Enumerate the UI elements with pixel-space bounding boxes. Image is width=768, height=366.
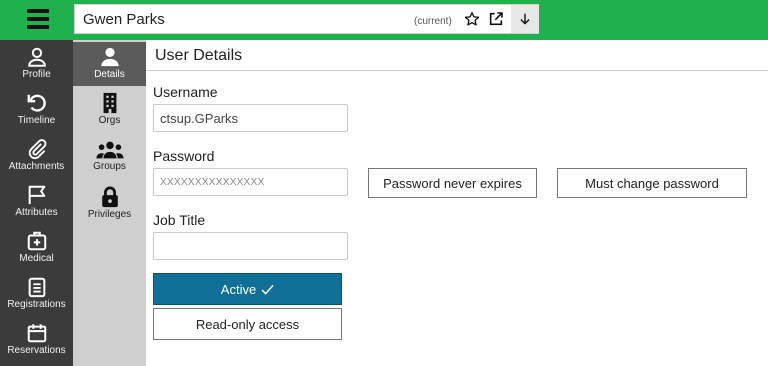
nav-item-registrations[interactable]: Registrations: [0, 272, 73, 318]
nav-item-attachments[interactable]: Attachments: [0, 134, 73, 180]
subnav-item-label: Orgs: [98, 115, 121, 126]
subnav-item-privileges[interactable]: Privileges: [73, 186, 146, 226]
username-field[interactable]: [153, 104, 348, 132]
nav-item-label: Registrations: [7, 299, 66, 310]
subnav-item-label: Privileges: [87, 209, 132, 220]
nav-item-label: Attachments: [8, 161, 65, 172]
must-change-password-button[interactable]: Must change password: [557, 168, 747, 198]
job-title-label: Job Title: [153, 212, 206, 228]
secondary-nav: Details Orgs Groups Privileges: [73, 40, 146, 366]
nav-item-label: Profile: [22, 69, 51, 80]
clipboard-icon: [28, 277, 45, 298]
lock-icon: [101, 186, 118, 208]
medical-kit-icon: [27, 231, 46, 251]
user-solid-icon: [100, 47, 119, 67]
nav-item-medical[interactable]: Medical: [0, 226, 73, 272]
job-title-field[interactable]: [153, 232, 348, 260]
nav-item-reservations[interactable]: Reservations: [0, 318, 73, 364]
history-icon: [27, 94, 46, 112]
nav-item-attributes[interactable]: Attributes: [0, 180, 73, 226]
nav-item-timeline[interactable]: Timeline: [0, 88, 73, 134]
hamburger-menu-icon[interactable]: [27, 9, 49, 29]
read-only-access-button[interactable]: Read-only access: [153, 308, 342, 340]
record-name: Gwen Parks: [83, 11, 165, 28]
nav-item-label: Attributes: [15, 207, 58, 218]
password-never-expires-button[interactable]: Password never expires: [368, 168, 537, 198]
star-icon[interactable]: [461, 8, 483, 30]
flag-icon: [28, 185, 45, 205]
page-title: User Details: [155, 47, 243, 64]
open-external-icon[interactable]: [485, 8, 507, 30]
nav-item-label: Timeline: [17, 115, 56, 126]
subnav-item-groups[interactable]: Groups: [73, 140, 146, 180]
user-details-panel: User Details Username Password Password …: [146, 40, 768, 366]
primary-nav: Profile Timeline Attachments Attributes …: [0, 40, 73, 366]
username-label: Username: [153, 84, 218, 100]
record-selector[interactable]: Gwen Parks (current): [74, 4, 539, 34]
nav-item-label: Medical: [19, 253, 54, 264]
calendar-icon: [27, 324, 46, 343]
checkmark-icon: [261, 284, 274, 295]
subnav-item-orgs[interactable]: Orgs: [73, 92, 146, 132]
users-icon: [95, 141, 124, 159]
current-tag: (current): [414, 16, 452, 27]
subnav-item-label: Groups: [93, 161, 126, 172]
title-divider: [146, 70, 768, 71]
paperclip-icon: [28, 139, 46, 160]
user-icon: [27, 47, 46, 67]
password-field[interactable]: [153, 168, 348, 196]
active-label: Active: [220, 281, 257, 297]
building-icon: [103, 92, 116, 114]
nav-item-profile[interactable]: Profile: [0, 42, 73, 88]
arrow-down-icon[interactable]: [511, 5, 539, 33]
password-label: Password: [153, 148, 215, 164]
top-bar: Gwen Parks (current): [0, 0, 768, 40]
nav-item-label: Reservations: [7, 345, 66, 356]
active-toggle-button[interactable]: Active: [153, 273, 342, 305]
subnav-item-label: Details: [94, 69, 125, 80]
subnav-item-details[interactable]: Details: [73, 42, 146, 86]
